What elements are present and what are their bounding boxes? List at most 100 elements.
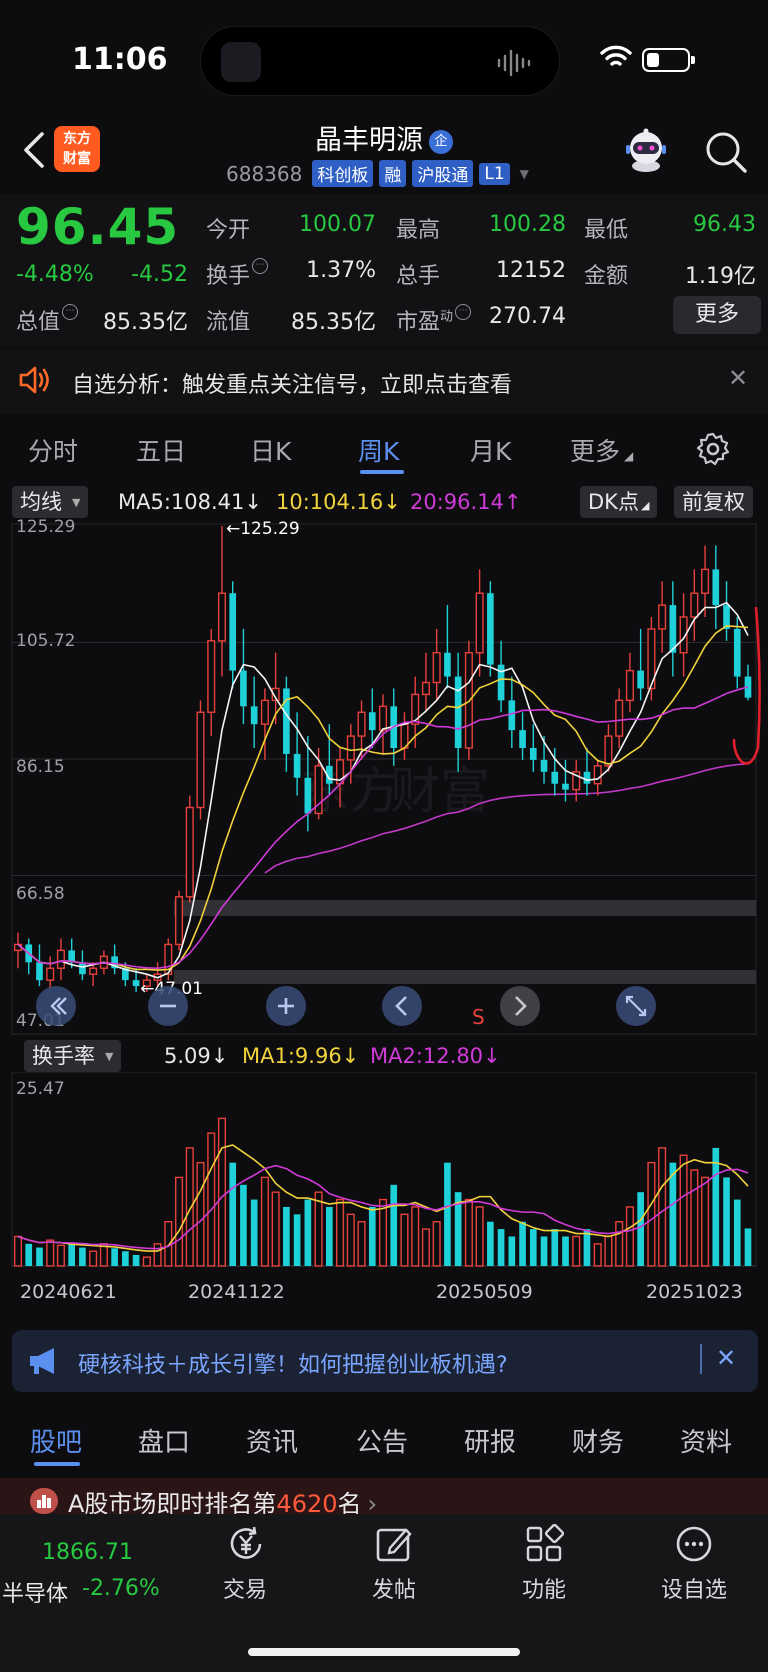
turnover-bar — [175, 1176, 184, 1267]
float-label: 流值 — [206, 310, 251, 335]
candle — [723, 581, 730, 641]
subtab-profile[interactable]: 资料 — [680, 1422, 732, 1459]
turnover-bar — [283, 1206, 290, 1266]
tag-level: L1 — [479, 162, 510, 185]
tab-weekly-k[interactable]: 周K — [358, 432, 399, 468]
change-percent: -4.48% — [16, 262, 94, 287]
turnover-bar — [207, 1132, 216, 1267]
turnover-bar — [593, 1243, 602, 1267]
trade-icon[interactable] — [226, 1524, 266, 1564]
close-icon[interactable]: ✕ — [716, 1344, 736, 1372]
subtab-research[interactable]: 研报 — [464, 1422, 516, 1459]
turnover-bar — [25, 1243, 33, 1266]
tab-monthly-k[interactable]: 月K — [470, 432, 511, 468]
search-icon[interactable] — [704, 130, 748, 174]
watermark-2: 财富 — [390, 762, 490, 820]
turnover-bar — [346, 1213, 355, 1267]
gear-icon[interactable] — [696, 432, 730, 466]
stock-subinfo[interactable]: 688368 科创板 融 沪股通 L1 ▼ — [226, 160, 529, 187]
banner-divider — [700, 1344, 702, 1374]
turnover-bar — [421, 1228, 430, 1267]
zoom-out-button[interactable] — [36, 986, 76, 1026]
candle — [46, 956, 55, 990]
amount-value: 1.19亿 — [685, 264, 756, 289]
minus-button[interactable] — [148, 986, 188, 1026]
close-icon[interactable]: ✕ — [728, 364, 748, 392]
more-dots-icon[interactable] — [674, 1524, 714, 1564]
plus-button[interactable] — [266, 986, 306, 1026]
y-tick-2: 105.72 — [16, 631, 75, 651]
enterprise-badge: 企 — [429, 129, 453, 154]
turnover-bar — [604, 1235, 613, 1267]
tab-daily-k[interactable]: 日K — [250, 432, 291, 468]
dk-point-button[interactable]: DK点 ◢ — [580, 486, 658, 518]
turnover-bar — [411, 1206, 420, 1267]
scroll-right-button[interactable] — [500, 986, 540, 1026]
volume-value: 12152 — [496, 258, 566, 283]
turnover-bar — [304, 1199, 312, 1266]
open-label: 今开 — [206, 218, 251, 243]
candle — [196, 700, 205, 820]
scroll-left-button[interactable] — [382, 986, 422, 1026]
subtab-news[interactable]: 资讯 — [246, 1422, 298, 1459]
turnover-bar — [68, 1243, 76, 1266]
tab-five-day[interactable]: 五日 — [136, 432, 186, 468]
candle — [400, 712, 409, 760]
chevron-down-icon[interactable]: ▼ — [520, 167, 529, 181]
subtab-orderbook[interactable]: 盘口 — [138, 1422, 190, 1459]
fullscreen-button[interactable] — [616, 986, 656, 1026]
candle — [519, 712, 526, 760]
nav-add-watchlist[interactable]: 设自选 — [634, 1572, 754, 1604]
turnover-bar — [36, 1247, 43, 1266]
function-grid-icon[interactable] — [524, 1524, 564, 1564]
candle — [669, 581, 677, 677]
current-price: 96.45 — [16, 198, 180, 256]
turnover-label[interactable]: 换手 ⋯ — [206, 258, 269, 290]
banner-text[interactable]: 硬核科技＋成长引擎！如何把握创业板机遇? — [78, 1347, 508, 1379]
candle — [240, 628, 247, 725]
tab-intraday[interactable]: 分时 — [28, 432, 78, 468]
tab-more[interactable]: 更多 ◢ — [570, 432, 633, 468]
change-amount: -4.52 — [131, 262, 188, 287]
more-quote-button[interactable]: 更多 — [673, 296, 761, 334]
candle — [701, 545, 710, 618]
turnover-ma2: MA2:12.80↓ — [370, 1044, 501, 1068]
adjust-button[interactable]: 前复权 — [674, 486, 753, 518]
subtab-forum[interactable]: 股吧 — [30, 1422, 82, 1459]
turnover-bar — [229, 1162, 237, 1266]
alert-text[interactable]: 自选分析：触发重点关注信号，立即点击查看 — [72, 367, 512, 399]
turnover-bar — [79, 1247, 86, 1266]
low-label: 最低 — [584, 218, 629, 243]
index-name[interactable]: 半导体 — [2, 1576, 68, 1608]
turnover-bar — [475, 1206, 484, 1267]
subtab-announcements[interactable]: 公告 — [356, 1422, 408, 1459]
turnover-chart[interactable]: 25.47 20240621 20241122 20250509 2025102… — [0, 1072, 768, 1312]
turnover-bar — [390, 1184, 398, 1266]
indicator-select[interactable]: 均线 ▼ — [12, 486, 89, 518]
tag-star-market: 科创板 — [312, 160, 374, 187]
candlestick-chart[interactable]: 125.29 105.72 86.15 66.58 47.01 东方 财富 ←1… — [0, 518, 768, 1038]
candle — [378, 694, 388, 754]
post-icon[interactable] — [374, 1524, 414, 1564]
candle — [250, 676, 258, 748]
stock-code: 688368 — [226, 161, 303, 186]
turnover-bar — [314, 1191, 323, 1267]
candle — [56, 938, 65, 981]
subtab-financials[interactable]: 财务 — [572, 1422, 624, 1459]
mktcap-label[interactable]: 总值 ⋯ — [16, 304, 79, 336]
nav-post[interactable]: 发帖 — [334, 1572, 454, 1604]
volume-indicator-select[interactable]: 换手率 ▼ — [24, 1040, 122, 1072]
ai-assistant-icon[interactable] — [622, 128, 670, 174]
candle — [79, 950, 86, 981]
nav-trade[interactable]: 交易 — [185, 1572, 305, 1604]
pe-label[interactable]: 市盈动 ⋯ — [396, 304, 472, 336]
nav-function[interactable]: 功能 — [484, 1572, 604, 1604]
y-tick-3: 86.15 — [16, 757, 65, 777]
candle — [744, 664, 752, 701]
turnover-bar — [196, 1161, 205, 1267]
candle — [421, 652, 430, 713]
candle — [475, 569, 484, 677]
candle — [712, 545, 720, 629]
turnover-bar — [690, 1169, 699, 1267]
index-value[interactable]: 1866.71 — [42, 1540, 133, 1565]
